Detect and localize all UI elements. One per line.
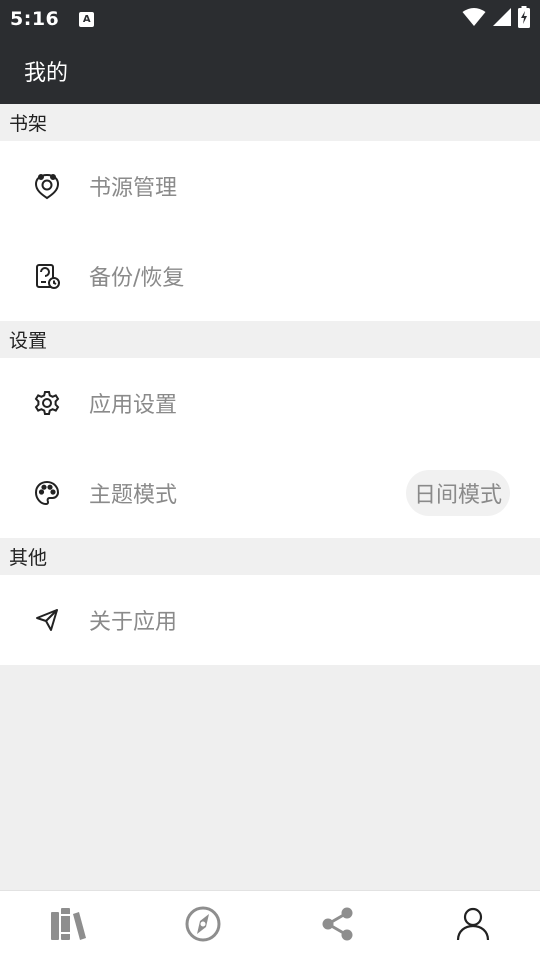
- status-time: 5:16: [10, 8, 60, 30]
- status-bar: 5:16 A: [0, 0, 540, 38]
- section-header-settings: 设置: [0, 321, 540, 358]
- book-source-management-item[interactable]: 书源管理: [0, 141, 540, 231]
- backup-restore-icon: [30, 259, 64, 293]
- section-bookshelf: 书源管理 备份/恢复: [0, 141, 540, 321]
- bookshelf-icon: [49, 906, 87, 946]
- page-title: 我的: [24, 61, 69, 86]
- item-label-backup-restore: 备份/恢复: [89, 266, 185, 291]
- cell-signal-icon: [492, 7, 512, 31]
- compass-icon: [184, 905, 222, 947]
- section-settings: 应用设置 主题模式 日间模式: [0, 358, 540, 538]
- theme-mode-value-chip[interactable]: 日间模式: [405, 470, 510, 516]
- share-icon: [320, 906, 356, 946]
- section-header-bookshelf: 书架: [0, 104, 540, 141]
- toolbar: 我的: [0, 38, 540, 104]
- nav-tab-bookshelf[interactable]: [0, 891, 135, 960]
- battery-charging-icon: [518, 6, 530, 32]
- status-icons: [462, 6, 530, 32]
- section-header-other: 其他: [0, 538, 540, 575]
- backup-restore-item[interactable]: 备份/恢复: [0, 231, 540, 321]
- nav-tab-share[interactable]: [270, 891, 405, 960]
- about-app-item[interactable]: 关于应用: [0, 575, 540, 665]
- item-label-theme-mode: 主题模式: [89, 483, 178, 508]
- nav-tab-my[interactable]: [405, 891, 540, 960]
- book-source-icon: [30, 169, 64, 203]
- section-other: 关于应用: [0, 575, 540, 665]
- bottom-navigation: [0, 890, 540, 960]
- palette-icon: [30, 476, 64, 510]
- app-settings-item[interactable]: 应用设置: [0, 358, 540, 448]
- item-label-book-source: 书源管理: [89, 176, 178, 201]
- user-icon: [455, 906, 491, 946]
- nav-tab-discover[interactable]: [135, 891, 270, 960]
- item-label-app-settings: 应用设置: [89, 393, 178, 418]
- settings-list: 书架 书源管理 备份/恢复 设置 应用设置 主题模式 日间模式 其他 关于应用: [0, 104, 540, 665]
- paper-plane-icon: [30, 603, 64, 637]
- theme-mode-item[interactable]: 主题模式 日间模式: [0, 448, 540, 538]
- notification-icon: A: [79, 11, 95, 27]
- item-label-about-app: 关于应用: [89, 610, 178, 635]
- wifi-icon: [462, 7, 486, 31]
- gear-icon: [30, 386, 64, 420]
